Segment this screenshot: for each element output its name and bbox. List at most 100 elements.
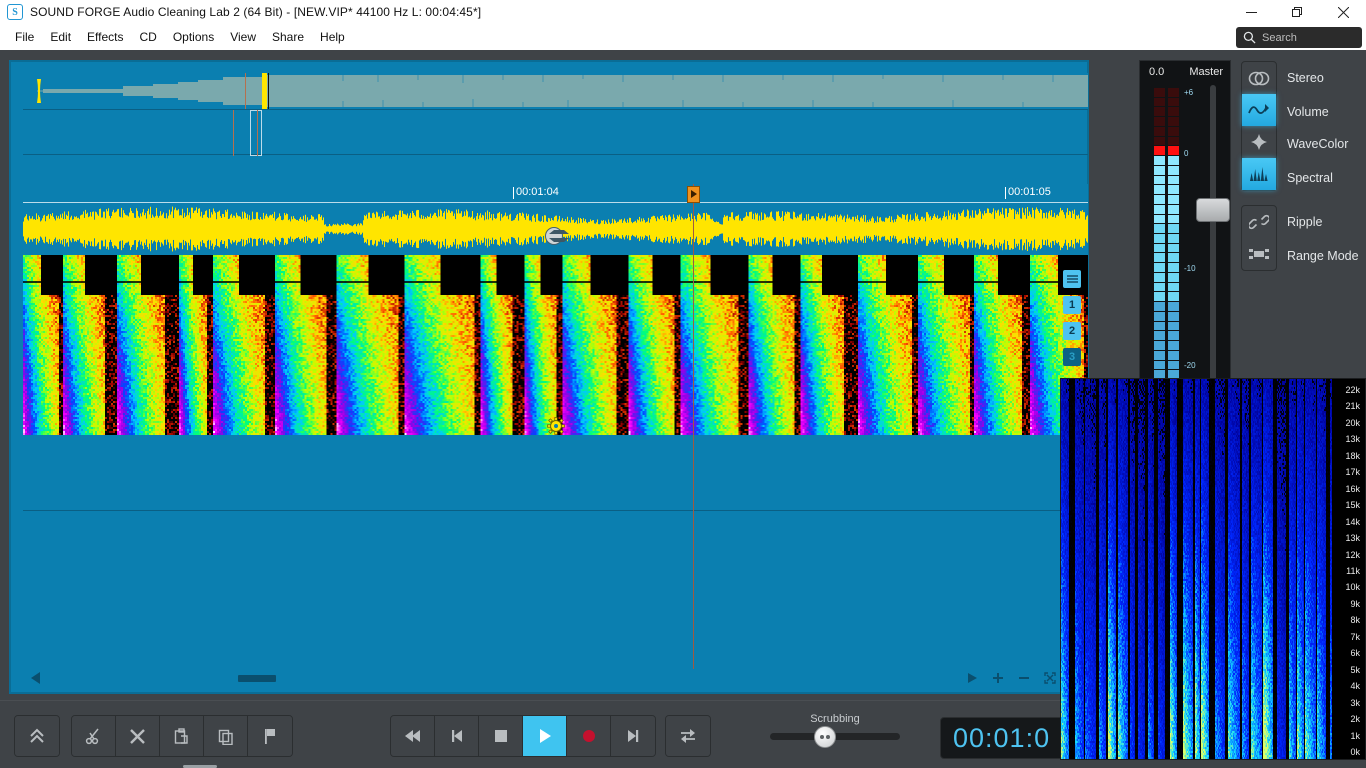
tool-row-ripple: Ripple (1241, 205, 1322, 239)
meter-segment (1168, 331, 1179, 341)
meter-segment (1154, 107, 1165, 117)
ruler-label-1: 00:01:04 (513, 186, 559, 199)
playhead-line (693, 184, 694, 669)
scrubbing-knob[interactable] (814, 726, 836, 748)
meter-segment (1154, 350, 1165, 360)
scrollbar-thumb[interactable] (238, 674, 276, 682)
search-input[interactable]: Search (1236, 27, 1362, 48)
menu-item-effects[interactable]: Effects (79, 27, 131, 47)
meter-segment (1154, 224, 1165, 234)
paste-button[interactable] (160, 716, 204, 756)
tool-row-range-mode: Range Mode (1241, 239, 1359, 273)
meter-segment (1154, 126, 1165, 136)
tool-row-spectral: Spectral (1241, 161, 1333, 195)
waveform-drag-handle[interactable] (545, 227, 569, 245)
overview-band-cursor-2 (257, 110, 258, 156)
menu-item-help[interactable]: Help (312, 27, 353, 47)
minimize-button[interactable] (1228, 0, 1274, 24)
meter-segment (1154, 156, 1165, 165)
stop-button[interactable] (479, 716, 523, 756)
meter-segment (1168, 156, 1179, 165)
scrubbing-slider[interactable] (770, 726, 900, 748)
spectral-label: Spectral (1287, 171, 1333, 185)
spectrogram-panel[interactable]: 22k 21k 20k 13k 18k 17k 16k 15k 14k 13k 12k 11k 10k 9… (1060, 378, 1366, 760)
meter-segment (1168, 350, 1179, 360)
zoom-out-button[interactable] (1018, 672, 1030, 684)
zoom-out-icon (1019, 677, 1029, 679)
previous-button[interactable] (435, 716, 479, 756)
frequency-label: 13k (1345, 434, 1360, 445)
overview-selection-edge (268, 73, 269, 109)
rewind-button[interactable] (391, 716, 435, 756)
meter-segment (1154, 234, 1165, 243)
meter-segment (1154, 243, 1165, 253)
playhead-marker[interactable] (687, 186, 700, 203)
spectral-display[interactable] (23, 255, 1088, 435)
play-button[interactable] (523, 716, 567, 756)
meter-segment (1168, 311, 1179, 321)
delete-button[interactable] (116, 716, 160, 756)
cut-button[interactable] (72, 716, 116, 756)
zoom-in-button[interactable] (992, 672, 1004, 684)
frequency-label: 2k (1350, 714, 1360, 725)
ruler-label-2: 00:01:05 (1005, 186, 1051, 199)
meter-segment (1154, 175, 1165, 185)
level-meters (1154, 88, 1180, 418)
scrubbing-label: Scrubbing (810, 713, 860, 725)
record-icon (582, 730, 595, 742)
loop-group (665, 715, 711, 757)
time-display-value: 00:01:0 (953, 722, 1051, 753)
channel-button-2[interactable]: 2 (1063, 322, 1081, 340)
menu-item-options[interactable]: Options (165, 27, 222, 47)
meter-segment (1154, 165, 1165, 175)
blank-pane-lower[interactable] (23, 512, 1088, 669)
menu-item-edit[interactable]: Edit (42, 27, 79, 47)
preview-play-button[interactable] (966, 672, 978, 684)
meter-segment (1154, 136, 1165, 146)
meter-segment (1154, 272, 1165, 282)
layers-button[interactable] (1063, 270, 1081, 288)
meter-segment (1168, 195, 1179, 204)
loop-button[interactable] (666, 716, 710, 756)
meter-segment (1154, 311, 1165, 321)
frequency-label: 17k (1345, 467, 1360, 478)
channel-button-1[interactable]: 1 (1063, 296, 1081, 314)
copy-button[interactable] (204, 716, 248, 756)
fit-window-button[interactable] (1044, 672, 1056, 684)
meter-segment (1168, 88, 1179, 97)
overview-band-selection[interactable] (250, 110, 262, 156)
menu-item-file[interactable]: File (7, 27, 42, 47)
frequency-label: 18k (1345, 450, 1360, 461)
play-icon (968, 673, 977, 683)
timeline-ruler[interactable]: 00:01:04 00:01:05 (23, 184, 1088, 203)
audio-editor-window[interactable]: 00:01:04 00:01:05 1 2 3 (9, 60, 1089, 694)
editor-scrollbar[interactable] (23, 668, 1088, 688)
blank-pane-upper[interactable] (23, 435, 1088, 511)
marker-button[interactable] (248, 716, 292, 756)
master-fader-track[interactable] (1196, 85, 1230, 415)
record-button[interactable] (567, 716, 611, 756)
overview-waveform[interactable] (23, 73, 1088, 109)
scroll-left-icon[interactable] (31, 672, 40, 684)
spectrogram-graphic (1061, 379, 1334, 759)
meter-segment (1168, 165, 1179, 175)
meter-segment (1168, 224, 1179, 234)
menu-item-share[interactable]: Share (264, 27, 312, 47)
channel-button-3[interactable]: 3 (1063, 348, 1081, 366)
close-icon (1337, 6, 1349, 18)
frequency-label: 10k (1345, 582, 1360, 593)
menu-item-view[interactable]: View (222, 27, 264, 47)
menu-item-cd[interactable]: CD (132, 27, 165, 47)
next-button[interactable] (611, 716, 655, 756)
x-icon (130, 728, 145, 744)
chevron-up-double-icon (30, 728, 44, 743)
maximize-button[interactable] (1274, 0, 1320, 24)
meter-segment (1154, 360, 1165, 370)
master-fader-knob[interactable] (1196, 198, 1230, 222)
meter-column-right (1168, 88, 1179, 418)
close-button[interactable] (1320, 0, 1366, 24)
collapse-button[interactable] (15, 716, 59, 756)
overview-cursor-line (245, 73, 246, 109)
tool-row-volume: Volume (1241, 95, 1329, 129)
overview-selection[interactable] (262, 73, 267, 109)
